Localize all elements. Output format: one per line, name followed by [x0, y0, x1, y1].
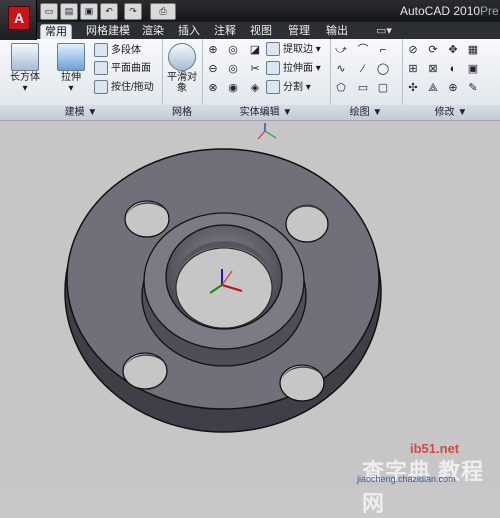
region-icon[interactable]: ▢: [376, 81, 390, 95]
offset-edge-icon[interactable]: ✂: [248, 62, 262, 76]
move-icon[interactable]: ✥: [446, 43, 460, 57]
extrude-button[interactable]: 拉伸 ▾: [52, 41, 90, 94]
rectangle-icon[interactable]: ▭: [356, 81, 370, 95]
ribbon: 长方体 ▾ 拉伸 ▾ 多段体 平面曲面 按住/拖动 建模 ▼ 平滑对象 网格 ⊕…: [0, 39, 500, 121]
modify-panel: ⊘ ⟳ ✥ ▦ ⊞ ⊠ ◐ ▣ ✣ ⟁ ⊕ ✎ 修改 ▼: [402, 39, 500, 120]
new-icon[interactable]: ▭: [40, 3, 58, 20]
drawing-viewport[interactable]: [0, 121, 500, 486]
box-icon: [11, 43, 39, 71]
tab-annotate[interactable]: 注释: [210, 24, 240, 39]
mesh-panel-title[interactable]: 网格: [162, 105, 202, 120]
draw-panel-title[interactable]: 绘图 ▼: [330, 105, 402, 120]
imprint-icon[interactable]: ◪: [248, 43, 262, 57]
top-axis-icon: [257, 123, 277, 140]
smooth-sphere-icon: [168, 43, 196, 71]
polygon-icon[interactable]: ⬠: [334, 81, 348, 95]
interfere-icon[interactable]: ◎: [226, 43, 240, 57]
title-bar: ▭ ▤ ▣ ↶ ↷ ⎙ AutoCAD 2010 Pre: [0, 0, 500, 22]
tab-view[interactable]: 视图: [246, 24, 276, 39]
ribbon-tabs: 常用 网格建模 渲染 插入 注释 视图 管理 输出 ▭▾: [0, 22, 500, 40]
modeling-panel-title[interactable]: 建模 ▼: [0, 105, 162, 120]
open-icon[interactable]: ▤: [60, 3, 78, 20]
redo-icon[interactable]: ↷: [124, 3, 142, 20]
flange-model: [64, 123, 382, 433]
subtract-icon[interactable]: ⊖: [206, 62, 220, 76]
planar-surface-button[interactable]: 平面曲面: [94, 61, 151, 77]
construction-line-icon[interactable]: ⁄: [356, 62, 370, 76]
modeling-panel: 长方体 ▾ 拉伸 ▾ 多段体 平面曲面 按住/拖动 建模 ▼: [0, 39, 163, 120]
application-menu-button[interactable]: A: [0, 0, 37, 40]
mirror-icon[interactable]: ⊘: [406, 43, 420, 57]
planar-surface-label: 平面曲面: [111, 63, 151, 74]
ribbon-toggle-icon[interactable]: ▭▾: [372, 24, 396, 39]
tab-insert[interactable]: 插入: [174, 24, 204, 39]
array-icon[interactable]: ⟁: [426, 81, 440, 95]
extrude-faces-button[interactable]: 拉伸面 ▾: [266, 61, 321, 77]
align-icon[interactable]: ⊕: [446, 81, 460, 95]
tab-manage[interactable]: 管理: [284, 24, 314, 39]
erase-icon[interactable]: ✎: [466, 81, 480, 95]
polysolid-icon: [94, 43, 108, 58]
arc-icon[interactable]: ⌐: [376, 43, 390, 57]
circle-icon[interactable]: ◯: [376, 62, 390, 76]
copy-icon[interactable]: ⊞: [406, 62, 420, 76]
intersect-icon[interactable]: ⊗: [206, 81, 220, 95]
fillet-icon[interactable]: ◐: [446, 62, 460, 76]
modify-panel-title[interactable]: 修改 ▼: [402, 105, 500, 120]
union-icon[interactable]: ⊕: [206, 43, 220, 57]
smooth-object-label: 平滑对象: [167, 72, 197, 94]
extrude-faces-label: 拉伸面: [283, 63, 313, 74]
hub: [141, 212, 307, 367]
extrude-faces-icon: [266, 61, 280, 76]
solid-editing-panel-title[interactable]: 实体编辑 ▼: [202, 105, 330, 120]
watermark-url: jiaocheng.chazidian.com: [357, 474, 456, 484]
dropdown-arrow-icon: ▾: [68, 83, 74, 94]
polyline-icon[interactable]: ⌒: [356, 43, 370, 57]
stretch-icon[interactable]: ⊠: [426, 62, 440, 76]
watermark-text: 查字典 教程网: [362, 459, 485, 516]
solid-editing-panel: ⊕ ⊖ ⊗ ◎ ◎ ◉ ◪ ✂ ◈ 提取边 ▾ 拉伸面 ▾ 分割 ▾ 实体编辑 …: [202, 39, 331, 120]
spline-icon[interactable]: ∿: [334, 62, 348, 76]
line-icon[interactable]: ⤻: [334, 43, 348, 57]
dropdown-arrow-icon: ▾: [22, 83, 28, 94]
polysolid-button[interactable]: 多段体: [94, 43, 141, 59]
presspull-label: 按住/拖动: [111, 82, 154, 93]
presets-icon[interactable]: ▦: [466, 43, 480, 57]
extract-edges-button[interactable]: 提取边 ▾: [266, 42, 321, 58]
tab-output[interactable]: 输出: [322, 24, 352, 39]
slice-icon[interactable]: ◎: [226, 62, 240, 76]
tab-home[interactable]: 常用: [40, 24, 72, 40]
thicken-icon[interactable]: ◉: [226, 81, 240, 95]
extract-edges-label: 提取边: [283, 44, 313, 55]
scale-icon[interactable]: ▣: [466, 62, 480, 76]
mesh-panel: 平滑对象 网格: [162, 39, 203, 120]
undo-icon[interactable]: ↶: [100, 3, 118, 20]
separate-button[interactable]: 分割 ▾: [266, 80, 311, 96]
save-icon[interactable]: ▣: [80, 3, 98, 20]
autocad-logo: A: [8, 6, 30, 30]
app-title-suffix: Pre: [480, 4, 499, 18]
extrude-label: 拉伸: [61, 72, 81, 83]
box-label: 长方体: [10, 72, 40, 83]
tab-mesh-modeling[interactable]: 网格建模: [82, 24, 134, 39]
shell-icon[interactable]: ◈: [248, 81, 262, 95]
planar-surface-icon: [94, 61, 108, 76]
app-title: AutoCAD 2010: [400, 4, 481, 18]
extrude-icon: [57, 43, 85, 71]
separate-icon: [266, 80, 280, 95]
presspull-icon: [94, 80, 108, 95]
box-button[interactable]: 长方体 ▾: [6, 41, 44, 94]
rotate-icon[interactable]: ⟳: [426, 43, 440, 57]
extract-edges-icon: [266, 42, 280, 57]
tab-render[interactable]: 渲染: [138, 24, 168, 39]
presspull-button[interactable]: 按住/拖动: [94, 80, 154, 96]
trim-icon[interactable]: ✣: [406, 81, 420, 95]
smooth-object-button[interactable]: 平滑对象: [164, 41, 200, 94]
plot-icon[interactable]: ⎙: [150, 3, 176, 20]
polysolid-label: 多段体: [111, 45, 141, 56]
draw-panel: ⤻ ⌒ ⌐ ∿ ⁄ ◯ ⬠ ▭ ▢ 绘图 ▼: [330, 39, 403, 120]
separate-label: 分割: [283, 82, 303, 93]
